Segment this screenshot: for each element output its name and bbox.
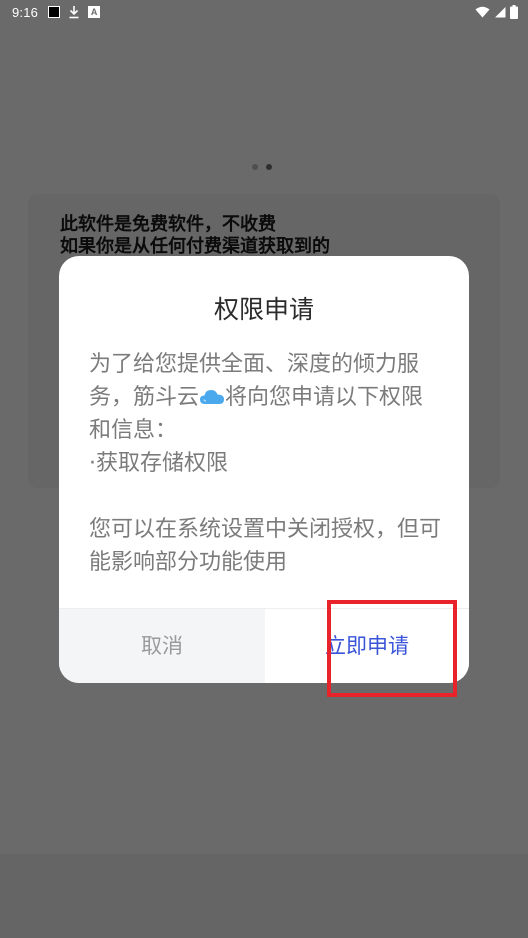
black-square-icon [48, 6, 61, 18]
dialog-intro: 为了给您提供全面、深度的倾力服务，筋斗云 将向您申请以下权限和信息： [89, 348, 445, 447]
dialog-title: 权限申请 [213, 295, 314, 324]
cancel-button[interactable]: 取消 [59, 609, 265, 683]
dialog-body: 为了给您提供全面、深度的倾力服务，筋斗云 将向您申请以下权限和信息： ·获取存储… [89, 348, 445, 579]
page-dot-active [266, 164, 272, 170]
dialog-spacer [89, 480, 445, 513]
wifi-icon [475, 6, 490, 18]
page-indicator [252, 164, 272, 170]
a-icon: A [88, 6, 101, 18]
download-icon [69, 6, 79, 19]
signal-icon [495, 7, 506, 18]
background-card-line-1: 此软件是免费软件，不收费 [60, 214, 276, 235]
status-bar: 9:16 A [0, 0, 528, 24]
battery-icon [510, 5, 518, 19]
cloud-icon [200, 390, 225, 404]
status-time: 9:16 [12, 4, 39, 20]
background-card-text: 此软件是免费软件，不收费 如果你是从任何付费渠道获取到的 [60, 214, 480, 258]
permission-item: ·获取存储权限 [89, 451, 228, 476]
highlight-box [327, 600, 457, 697]
bottom-area [0, 854, 528, 938]
status-right-group [475, 0, 518, 24]
dialog-note: 您可以在系统设置中关闭授权，但可能影响部分功能使用 [89, 517, 442, 575]
background-card-line-2: 如果你是从任何付费渠道获取到的 [60, 236, 330, 257]
status-left-group: 9:16 A [12, 0, 101, 24]
page-dot [252, 164, 258, 170]
